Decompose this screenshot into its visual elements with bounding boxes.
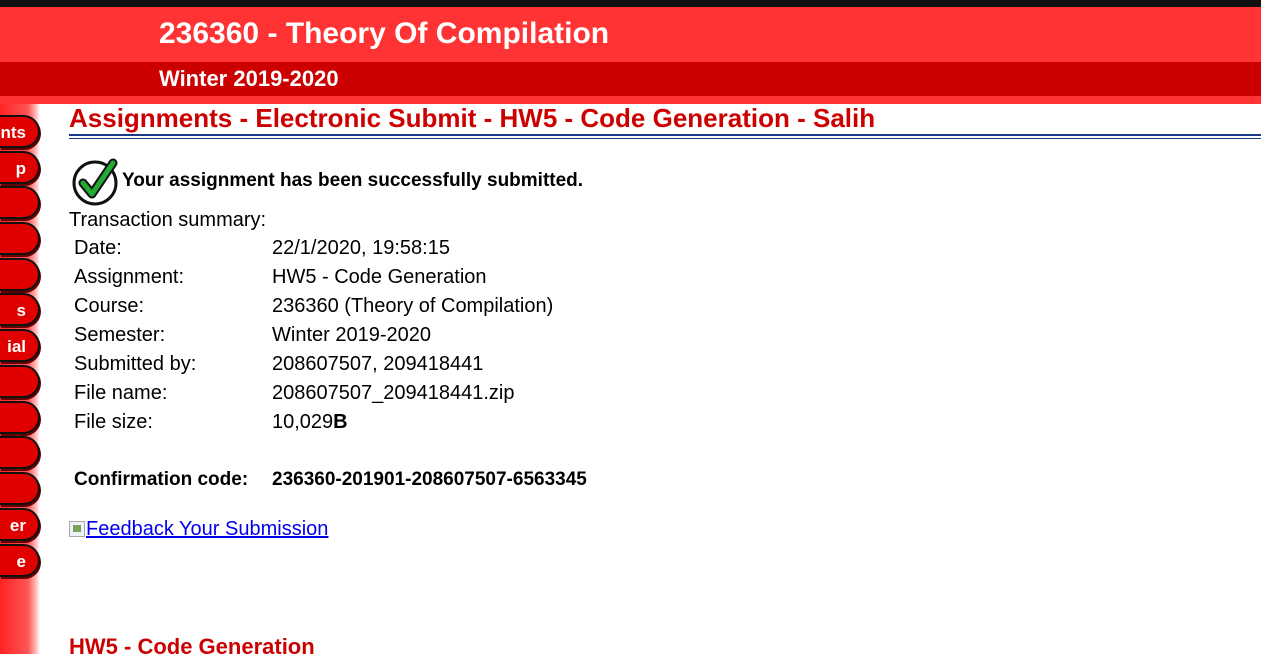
assignment-section-heading: HW5 - Code Generation (69, 634, 315, 659)
sidebar: nts p s ial er e (0, 104, 40, 654)
sidebar-tab-label: nts (0, 123, 27, 142)
sidebar-tab-label: s (16, 301, 26, 320)
sidebar-tab-label: ial (7, 337, 26, 356)
sidebar-tab-9[interactable] (0, 401, 40, 434)
sidebar-tab-label: er (9, 516, 26, 535)
transaction-summary-label: Transaction summary: (69, 209, 267, 231)
sidebar-tab-1[interactable]: nts (0, 115, 40, 148)
file-size-unit: B (333, 411, 348, 433)
confirmation-label: Confirmation code: (74, 469, 249, 490)
sidebar-tab-4[interactable] (0, 222, 40, 255)
sidebar-tab-3[interactable] (0, 186, 40, 219)
confirmation-code: 236360-201901-208607507-6563345 (272, 469, 587, 490)
date-label: Date: (74, 237, 122, 259)
sidebar-tab-12[interactable]: er (0, 508, 40, 541)
sidebar-tab-11[interactable] (0, 472, 40, 505)
sidebar-tab-6[interactable]: s (0, 293, 40, 326)
semester-title: Winter 2019-2020 (159, 66, 339, 91)
heading-rule (69, 134, 1261, 136)
sidebar-tab-label: p (15, 159, 26, 178)
semester-value: Winter 2019-2020 (272, 324, 431, 346)
sidebar-tab-13[interactable]: e (0, 544, 40, 577)
file-name-label: File name: (74, 382, 168, 404)
file-size-value: 10,029B (272, 411, 348, 434)
sidebar-tab-5[interactable] (0, 258, 40, 291)
page-title: Assignments - Electronic Submit - HW5 - … (69, 103, 876, 133)
sidebar-tab-8[interactable] (0, 365, 40, 398)
feedback-link-text: Your Submission (173, 518, 329, 540)
top-black-bar (0, 0, 1261, 7)
submitted-by-label: Submitted by: (74, 353, 197, 375)
course-title: 236360 - Theory Of Compilation (159, 17, 610, 50)
course-value: 236360 (Theory of Compilation) (272, 295, 554, 317)
sidebar-tab-2[interactable]: p (0, 151, 40, 184)
file-size-number: 10,029 (272, 411, 334, 433)
assignment-label: Assignment: (74, 266, 185, 288)
feedback-submission-link[interactable]: Feedback Your Submission (69, 518, 328, 541)
green-checkmark-icon (72, 158, 118, 206)
sidebar-tab-10[interactable] (0, 436, 40, 469)
broken-image-icon (69, 521, 85, 537)
file-name-value: 208607507_209418441.zip (272, 382, 515, 404)
semester-label: Semester: (74, 324, 166, 346)
course-label: Course: (74, 295, 145, 317)
submitted-by-value: 208607507, 209418441 (272, 353, 484, 375)
sidebar-tab-label: e (16, 552, 26, 571)
assignment-value: HW5 - Code Generation (272, 266, 487, 288)
file-size-label: File size: (74, 411, 153, 433)
heading-rule-thin (69, 138, 1261, 139)
date-value: 22/1/2020, 19:58:15 (272, 237, 450, 259)
feedback-img-alt: Feedback (86, 518, 174, 540)
success-message: Your assignment has been successfully su… (122, 170, 584, 191)
sidebar-tab-7[interactable]: ial (0, 329, 40, 362)
